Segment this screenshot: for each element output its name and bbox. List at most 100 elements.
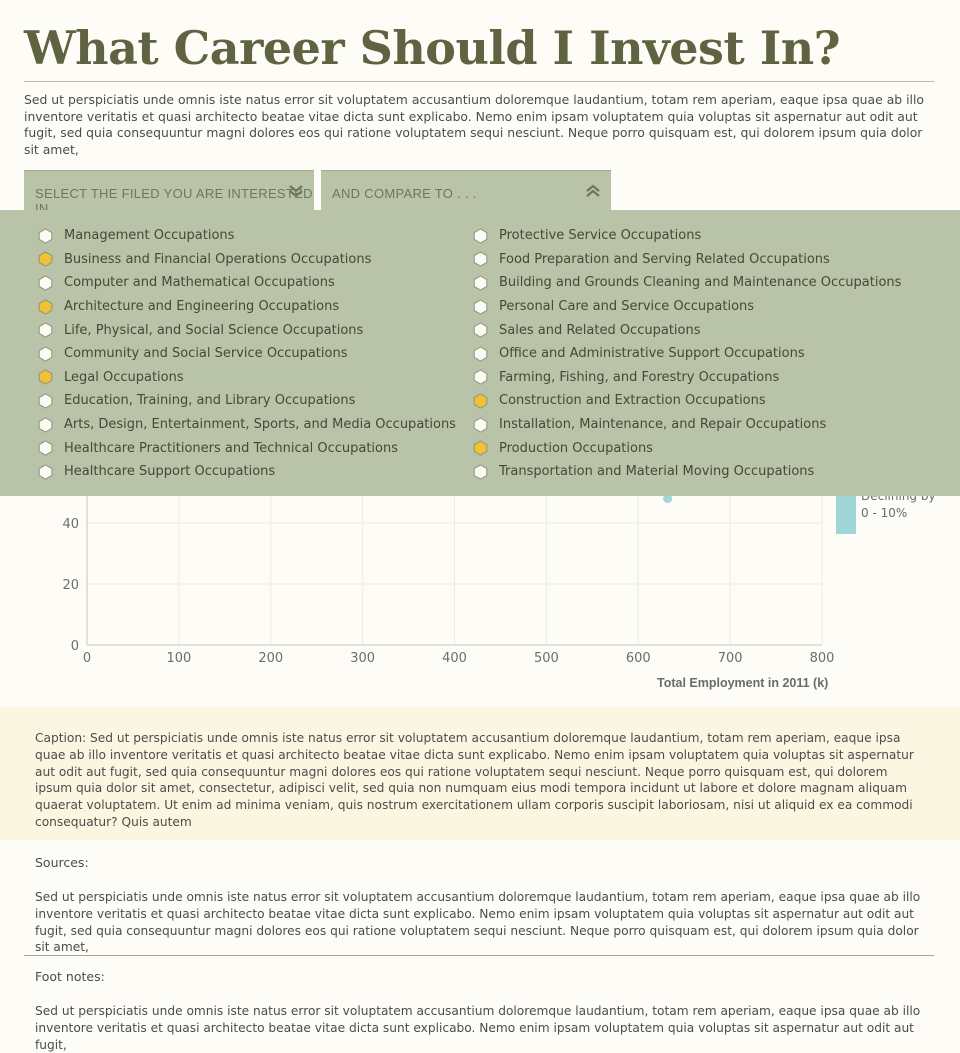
y-tick-label: 0 <box>71 639 79 654</box>
x-tick-label: 300 <box>350 651 375 666</box>
occupation-label: Arts, Design, Entertainment, Sports, and… <box>64 417 456 433</box>
occupation-option[interactable]: Installation, Maintenance, and Repair Oc… <box>473 413 901 437</box>
occupation-option[interactable]: Architecture and Engineering Occupations <box>38 295 456 319</box>
hexagon-selected-icon <box>38 369 53 385</box>
occupation-option[interactable]: Community and Social Service Occupations <box>38 342 456 366</box>
caption-text: Caption: Sed ut perspiciatis unde omnis … <box>35 731 914 829</box>
intro-text: Sed ut perspiciatis unde omnis iste natu… <box>24 92 924 157</box>
compare-select-label: AND COMPARE TO . . . <box>332 186 477 201</box>
hexagon-icon <box>473 228 488 244</box>
field-select-dropdown[interactable]: SELECT THE FILED YOU ARE INTERESTED IN <box>24 170 314 216</box>
occupation-option[interactable]: Business and Financial Operations Occupa… <box>38 248 456 272</box>
hexagon-icon <box>38 464 53 480</box>
occupation-label: Healthcare Practitioners and Technical O… <box>64 440 398 456</box>
footnotes-text: Sed ut perspiciatis unde omnis iste natu… <box>35 1004 921 1052</box>
y-tick-label: 20 <box>62 578 79 593</box>
occupation-list-right: Protective Service Occupations Food Prepa… <box>473 224 901 484</box>
hexagon-icon <box>473 369 488 385</box>
x-tick-label: 0 <box>83 651 91 666</box>
sources-heading: Sources: <box>35 855 89 870</box>
occupation-label: Healthcare Support Occupations <box>64 464 276 480</box>
title-divider <box>24 81 934 82</box>
data-point <box>663 496 673 504</box>
occupation-label: Legal Occupations <box>64 369 184 385</box>
page-title: What Career Should I Invest In? <box>24 21 841 75</box>
hexagon-icon <box>38 322 53 338</box>
occupation-option[interactable]: Computer and Mathematical Occupations <box>38 271 456 295</box>
hexagon-selected-icon <box>473 393 488 409</box>
hexagon-icon <box>473 416 488 433</box>
occupation-option[interactable]: Education, Training, and Library Occupat… <box>38 389 456 413</box>
occupation-option[interactable]: Life, Physical, and Social Science Occup… <box>38 318 456 342</box>
employment-chart: 0 100 200 300 400 500 600 700 800 0 20 40 <box>0 496 960 706</box>
occupation-option[interactable]: Healthcare Practitioners and Technical O… <box>38 436 456 460</box>
compare-select-dropdown[interactable]: AND COMPARE TO . . . <box>321 170 611 210</box>
occupation-option[interactable]: Arts, Design, Entertainment, Sports, and… <box>38 413 456 437</box>
occupation-label: Sales and Related Occupations <box>499 322 701 338</box>
hexagon-selected-icon <box>38 299 53 315</box>
footnotes-heading: Foot notes: <box>35 969 105 984</box>
footnotes-divider <box>24 955 934 956</box>
occupation-option[interactable]: Management Occupations <box>38 224 456 248</box>
occupation-label: Life, Physical, and Social Science Occup… <box>64 322 364 338</box>
occupation-option[interactable]: Personal Care and Service Occupations <box>473 295 901 319</box>
occupation-option[interactable]: Transportation and Material Moving Occup… <box>473 460 901 484</box>
occupation-option[interactable]: Farming, Fishing, and Forestry Occupatio… <box>473 366 901 390</box>
chart-svg: 0 100 200 300 400 500 600 700 800 0 20 40 <box>62 496 856 666</box>
caption-box: Caption: Sed ut perspiciatis unde omnis … <box>0 707 960 840</box>
occupation-label: Education, Training, and Library Occupat… <box>64 393 356 409</box>
hexagon-icon <box>473 346 488 362</box>
occupation-option[interactable]: Production Occupations <box>473 436 901 460</box>
occupation-label: Food Preparation and Serving Related Occ… <box>499 251 830 267</box>
hexagon-icon <box>473 299 488 315</box>
occupation-label: Office and Administrative Support Occupa… <box>499 346 805 362</box>
occupation-option[interactable]: Healthcare Support Occupations <box>38 460 456 484</box>
hexagon-icon <box>473 275 488 291</box>
occupation-label: Computer and Mathematical Occupations <box>64 275 335 291</box>
occupation-label: Transportation and Material Moving Occup… <box>499 464 815 480</box>
x-tick-label: 600 <box>626 651 651 666</box>
occupation-label: Community and Social Service Occupations <box>64 346 348 362</box>
occupation-option[interactable]: Food Preparation and Serving Related Occ… <box>473 248 901 272</box>
hexagon-icon <box>38 393 53 409</box>
x-tick-label: 200 <box>258 651 283 666</box>
occupation-option[interactable]: Office and Administrative Support Occupa… <box>473 342 901 366</box>
occupation-label: Farming, Fishing, and Forestry Occupatio… <box>499 369 780 385</box>
chart-x-axis-label: Total Employment in 2011 (k) <box>657 676 829 690</box>
occupation-label: Management Occupations <box>64 228 235 244</box>
sources-text: Sed ut perspiciatis unde omnis iste natu… <box>35 890 921 955</box>
occupation-list-left: Management Occupations Business and Finan… <box>38 224 456 484</box>
occupation-label: Construction and Extraction Occupations <box>499 393 766 409</box>
hexagon-icon <box>38 228 53 244</box>
occupation-label: Installation, Maintenance, and Repair Oc… <box>499 417 827 433</box>
x-tick-label: 100 <box>166 651 191 666</box>
occupation-dropdown-panel: Management Occupations Business and Finan… <box>0 210 960 496</box>
y-tick-label: 40 <box>62 517 79 532</box>
occupation-option[interactable]: Legal Occupations <box>38 366 456 390</box>
double-chevron-down-icon <box>289 185 303 198</box>
occupation-label: Production Occupations <box>499 440 653 456</box>
x-tick-label: 700 <box>718 651 743 666</box>
x-tick-label: 800 <box>810 651 835 666</box>
x-tick-label: 500 <box>534 651 559 666</box>
hexagon-icon <box>38 416 53 433</box>
legend-label-line2: 0 - 10% <box>861 506 908 520</box>
occupation-option[interactable]: Protective Service Occupations <box>473 224 901 248</box>
occupation-label: Building and Grounds Cleaning and Mainte… <box>499 275 902 291</box>
occupation-label: Personal Care and Service Occupations <box>499 299 755 315</box>
x-tick-label: 400 <box>442 651 467 666</box>
hexagon-selected-icon <box>473 440 488 456</box>
hexagon-icon <box>473 251 488 267</box>
double-chevron-up-icon <box>586 184 600 197</box>
legend-swatch <box>836 496 856 534</box>
hexagon-icon <box>473 322 488 338</box>
occupation-label: Business and Financial Operations Occupa… <box>64 251 372 267</box>
occupation-option[interactable]: Building and Grounds Cleaning and Mainte… <box>473 271 901 295</box>
hexagon-selected-icon <box>38 251 53 267</box>
hexagon-icon <box>38 346 53 362</box>
occupation-label: Protective Service Occupations <box>499 228 702 244</box>
hexagon-icon <box>38 275 53 291</box>
occupation-option[interactable]: Sales and Related Occupations <box>473 318 901 342</box>
hexagon-icon <box>473 464 488 480</box>
occupation-option[interactable]: Construction and Extraction Occupations <box>473 389 901 413</box>
